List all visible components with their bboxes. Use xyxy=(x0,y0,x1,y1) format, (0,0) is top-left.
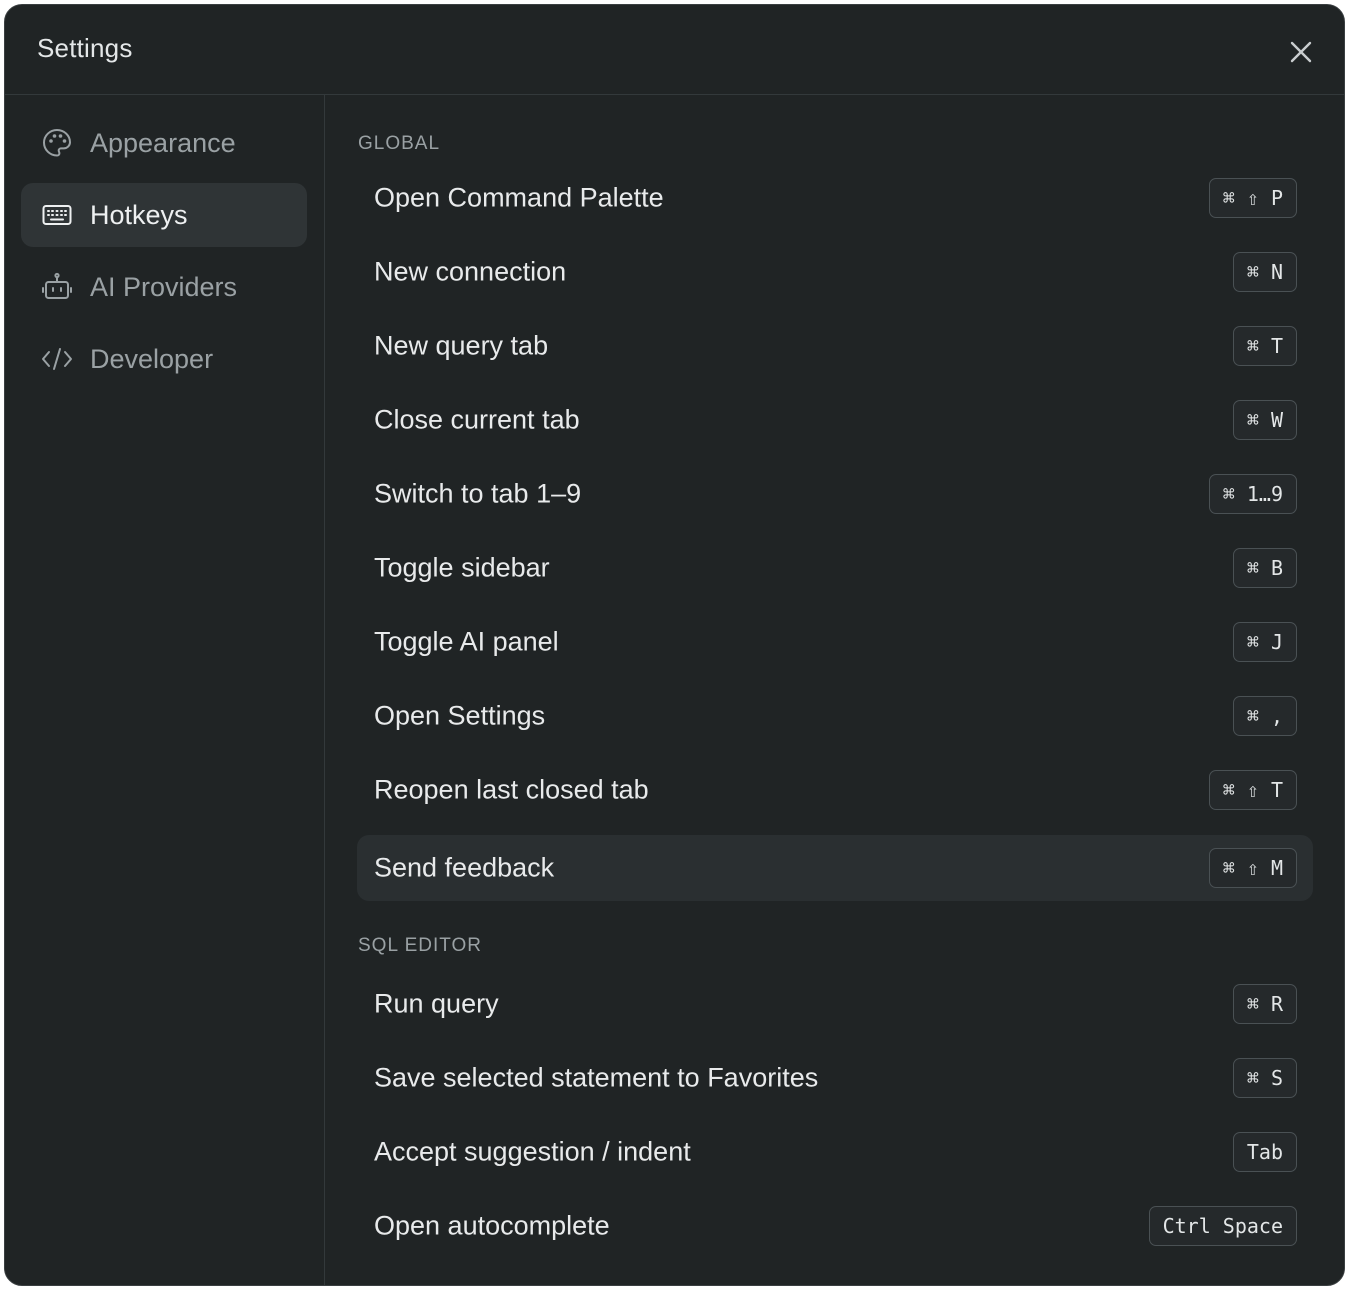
sidebar-item-appearance[interactable]: Appearance xyxy=(21,111,307,175)
hotkey-row[interactable]: Accept suggestion / indent Tab xyxy=(357,1119,1313,1185)
window-title: Settings xyxy=(37,33,133,63)
shortcut-keys: ⌘ S xyxy=(1232,1058,1297,1098)
sidebar-item-label: Developer xyxy=(90,343,214,374)
hotkey-row[interactable]: Open autocomplete Ctrl Space xyxy=(357,1193,1313,1259)
hotkey-label: Save selected statement to Favorites xyxy=(374,1062,819,1093)
shortcut-keys: ⌘ , xyxy=(1232,696,1297,736)
hotkey-row-hovered[interactable]: Send feedback ⌘ ⇧ M xyxy=(357,835,1313,901)
hotkey-row[interactable]: Open Settings ⌘ , xyxy=(357,683,1313,749)
hotkey-label: New connection xyxy=(374,256,567,287)
sidebar-item-label: Appearance xyxy=(90,127,236,158)
close-icon xyxy=(1290,41,1312,63)
hotkey-label: Run query xyxy=(374,988,499,1019)
shortcut-keys: ⌘ J xyxy=(1232,622,1297,662)
hotkey-row[interactable]: Reopen last closed tab ⌘ ⇧ T xyxy=(357,757,1313,823)
hotkey-row-partial[interactable] xyxy=(357,1267,1313,1285)
shortcut-keys: ⌘ W xyxy=(1232,400,1297,440)
section-label-global: GLOBAL xyxy=(358,133,441,154)
sidebar-item-label: Hotkeys xyxy=(90,199,188,230)
hotkey-label: Switch to tab 1–9 xyxy=(374,478,582,509)
keyboard-icon xyxy=(41,199,73,231)
shortcut-keys: ⌘ 1…9 xyxy=(1208,474,1297,514)
shortcut-keys: ⌘ N xyxy=(1232,252,1297,292)
title-bar: Settings xyxy=(5,5,1344,95)
shortcut-keys: Tab xyxy=(1232,1132,1297,1172)
hotkey-label: Close current tab xyxy=(374,404,580,435)
sidebar-item-developer[interactable]: Developer xyxy=(21,327,307,391)
hotkey-row[interactable]: Run query ⌘ R xyxy=(357,971,1313,1037)
hotkey-label: Send feedback xyxy=(374,852,555,883)
palette-icon xyxy=(41,127,73,159)
section-label-sql-editor: SQL EDITOR xyxy=(358,935,483,956)
hotkey-row[interactable]: New connection ⌘ N xyxy=(357,239,1313,305)
settings-window: Settings Appearance Hotkeys AI Providers… xyxy=(4,4,1345,1286)
hotkey-label: Open Command Palette xyxy=(374,182,664,213)
code-icon xyxy=(41,343,73,375)
shortcut-keys: ⌘ R xyxy=(1232,984,1297,1024)
hotkey-row[interactable]: Toggle AI panel ⌘ J xyxy=(357,609,1313,675)
shortcut-keys: ⌘ ⇧ P xyxy=(1208,178,1297,218)
hotkey-label: Reopen last closed tab xyxy=(374,774,649,805)
settings-sidebar: Appearance Hotkeys AI Providers Develope… xyxy=(5,95,325,1285)
shortcut-keys: ⌘ B xyxy=(1232,548,1297,588)
shortcut-keys: ⌘ ⇧ T xyxy=(1208,770,1297,810)
hotkey-label: Accept suggestion / indent xyxy=(374,1136,691,1167)
sidebar-item-hotkeys[interactable]: Hotkeys xyxy=(21,183,307,247)
hotkey-label: Open Settings xyxy=(374,700,546,731)
close-button[interactable] xyxy=(1288,39,1314,65)
sidebar-item-ai-providers[interactable]: AI Providers xyxy=(21,255,307,319)
hotkey-label: Toggle sidebar xyxy=(374,552,550,583)
shortcut-keys: ⌘ ⇧ M xyxy=(1208,848,1297,888)
hotkeys-panel: GLOBAL Open Command Palette ⌘ ⇧ P New co… xyxy=(325,95,1344,1285)
shortcut-keys: Ctrl Space xyxy=(1148,1206,1297,1246)
hotkey-label: Open autocomplete xyxy=(374,1210,610,1241)
hotkey-label: Toggle AI panel xyxy=(374,626,559,657)
hotkey-row[interactable]: Save selected statement to Favorites ⌘ S xyxy=(357,1045,1313,1111)
hotkey-row[interactable]: Toggle sidebar ⌘ B xyxy=(357,535,1313,601)
hotkey-row[interactable]: Close current tab ⌘ W xyxy=(357,387,1313,453)
hotkey-row[interactable]: Switch to tab 1–9 ⌘ 1…9 xyxy=(357,461,1313,527)
hotkey-row[interactable]: Open Command Palette ⌘ ⇧ P xyxy=(357,165,1313,231)
hotkey-label: New query tab xyxy=(374,330,549,361)
shortcut-keys: ⌘ T xyxy=(1232,326,1297,366)
robot-icon xyxy=(41,271,73,303)
hotkey-row[interactable]: New query tab ⌘ T xyxy=(357,313,1313,379)
sidebar-item-label: AI Providers xyxy=(90,271,238,302)
